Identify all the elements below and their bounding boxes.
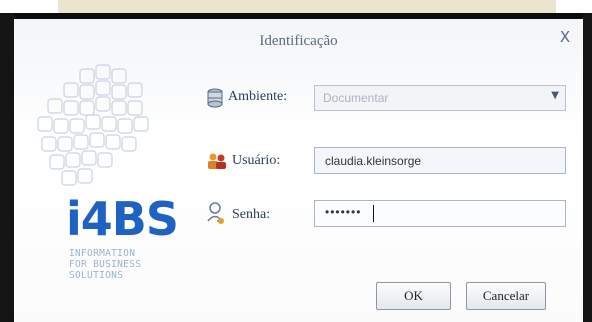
logo-grid-icon <box>37 64 149 186</box>
chevron-down-icon[interactable]: ▼ <box>551 90 559 101</box>
tagline-line: FOR BUSINESS <box>69 259 142 270</box>
company-logo: i4BS INFORMATION FOR BUSINESS SOLUTIONS <box>28 61 208 301</box>
senha-value: ••••••• <box>325 205 362 219</box>
tagline-line: INFORMATION <box>69 248 136 259</box>
ambiente-select[interactable]: Documentar ▼ <box>314 85 566 111</box>
logo-brand-text: i4BS <box>66 192 179 246</box>
database-icon <box>207 88 223 108</box>
usuario-input[interactable]: claudia.kleinsorge <box>314 147 566 174</box>
user-key-icon <box>207 202 224 224</box>
ok-button[interactable]: OK <box>376 282 451 310</box>
login-dialog: Identificação X i4BS INFORMATION FOR BUS… <box>14 19 583 322</box>
title-bar: Identificação X <box>14 19 583 64</box>
ambiente-label: Ambiente: <box>228 89 288 104</box>
text-cursor <box>373 205 374 222</box>
usuario-value: claudia.kleinsorge <box>325 154 422 168</box>
cancel-button[interactable]: Cancelar <box>466 282 546 310</box>
logo-tagline: INFORMATION FOR BUSINESS SOLUTIONS <box>69 248 219 281</box>
senha-label: Senha: <box>232 207 271 222</box>
window-frame-left <box>0 13 14 322</box>
users-icon <box>208 153 226 169</box>
close-icon[interactable]: X <box>557 28 573 46</box>
window-frame-right <box>583 13 592 322</box>
dialog-title: Identificação <box>259 33 338 49</box>
tagline-line: SOLUTIONS <box>69 270 124 281</box>
ambiente-value: Documentar <box>323 91 389 105</box>
usuario-label: Usuário: <box>232 153 281 168</box>
background-strip <box>58 0 556 13</box>
senha-input[interactable]: ••••••• <box>314 200 566 227</box>
